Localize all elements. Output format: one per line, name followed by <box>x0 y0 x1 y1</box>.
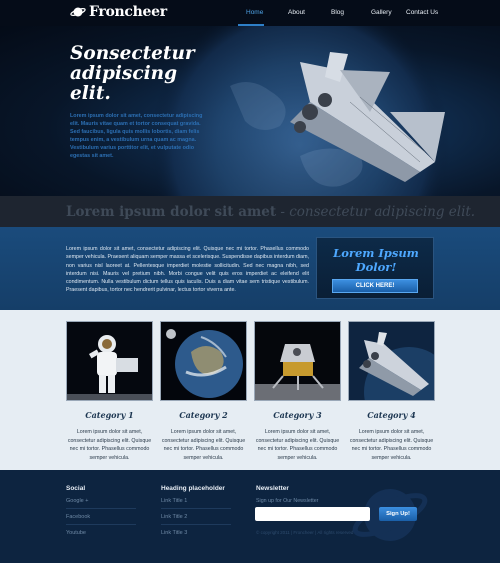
cta-box: Lorem Ipsum Dolor! CLICK HERE! <box>316 237 434 299</box>
nav-blog[interactable]: Blog <box>331 9 344 16</box>
links-title: Heading placeholder <box>161 485 225 492</box>
header: Froncheer Home About Blog Gallery Contac… <box>0 0 500 26</box>
divider <box>66 508 136 509</box>
social-title: Social <box>66 485 86 492</box>
category-title[interactable]: Category 1 <box>66 410 153 420</box>
copyright: © copyright 2011 | Froncheer | All right… <box>256 530 354 535</box>
category-text: Lorem ipsum dolor sit amet, consectetur … <box>67 429 152 461</box>
astronaut-image[interactable] <box>66 321 153 401</box>
tagline-band: Lorem ipsum dolor sit amet - consectetur… <box>0 196 500 227</box>
click-here-button[interactable]: CLICK HERE! <box>332 279 418 293</box>
newsletter-email-input[interactable] <box>255 507 370 521</box>
footer: Social Google + Facebook Youtube Heading… <box>0 470 500 563</box>
nav-home[interactable]: Home <box>246 9 263 16</box>
category-title[interactable]: Category 3 <box>254 410 341 420</box>
link-title-1[interactable]: Link Title 1 <box>161 498 187 504</box>
nav-gallery[interactable]: Gallery <box>371 9 392 16</box>
category-title[interactable]: Category 2 <box>160 410 247 420</box>
category-card: Category 1 Lorem ipsum dolor sit amet, c… <box>66 321 153 462</box>
social-youtube[interactable]: Youtube <box>66 530 86 536</box>
hero-title: Sonsectetur adipiscing elit. <box>70 43 195 104</box>
hero-description: Lorem ipsum dolor sit amet, consectetur … <box>70 113 203 159</box>
category-text: Lorem ipsum dolor sit amet, consectetur … <box>161 429 246 461</box>
newsletter-title: Newsletter <box>256 485 289 492</box>
shuttle-image[interactable] <box>348 321 435 401</box>
social-facebook[interactable]: Facebook <box>66 514 90 520</box>
categories-section: Category 1 Lorem ipsum dolor sit amet, c… <box>0 310 500 470</box>
social-google-plus[interactable]: Google + <box>66 498 88 504</box>
sign-up-button[interactable]: Sign Up! <box>379 507 417 521</box>
category-title[interactable]: Category 4 <box>348 410 435 420</box>
tagline: Lorem ipsum dolor sit amet - consectetur… <box>66 204 476 220</box>
nav-about[interactable]: About <box>288 9 305 16</box>
hero-banner: Sonsectetur adipiscing elit. Lorem ipsum… <box>0 26 500 196</box>
intro-section: Lorem ipsum dolor sit amet, consectetur … <box>0 227 500 310</box>
category-card: Category 3 Lorem ipsum dolor sit amet, c… <box>254 321 341 462</box>
category-card: Category 2 Lorem ipsum dolor sit amet, c… <box>160 321 247 462</box>
category-card: Category 4 Lorem ipsum dolor sit amet, c… <box>348 321 435 462</box>
main-nav: Home About Blog Gallery Contact Us <box>0 9 500 21</box>
link-title-3[interactable]: Link Title 3 <box>161 530 187 536</box>
earth-image[interactable] <box>160 321 247 401</box>
category-text: Lorem ipsum dolor sit amet, consectetur … <box>255 429 340 461</box>
divider <box>161 508 231 509</box>
divider <box>161 524 231 525</box>
nav-contact-us[interactable]: Contact Us <box>406 9 438 16</box>
link-title-2[interactable]: Link Title 2 <box>161 514 187 520</box>
lunar-module-image[interactable] <box>254 321 341 401</box>
divider <box>66 524 136 525</box>
intro-text: Lorem ipsum dolor sit amet, consectetur … <box>66 246 309 294</box>
space-shuttle-image <box>290 52 445 182</box>
category-text: Lorem ipsum dolor sit amet, consectetur … <box>349 429 434 461</box>
cta-title: Lorem Ipsum Dolor! <box>333 246 419 274</box>
newsletter-subtitle: Sign up for Our Newsletter <box>256 498 319 504</box>
